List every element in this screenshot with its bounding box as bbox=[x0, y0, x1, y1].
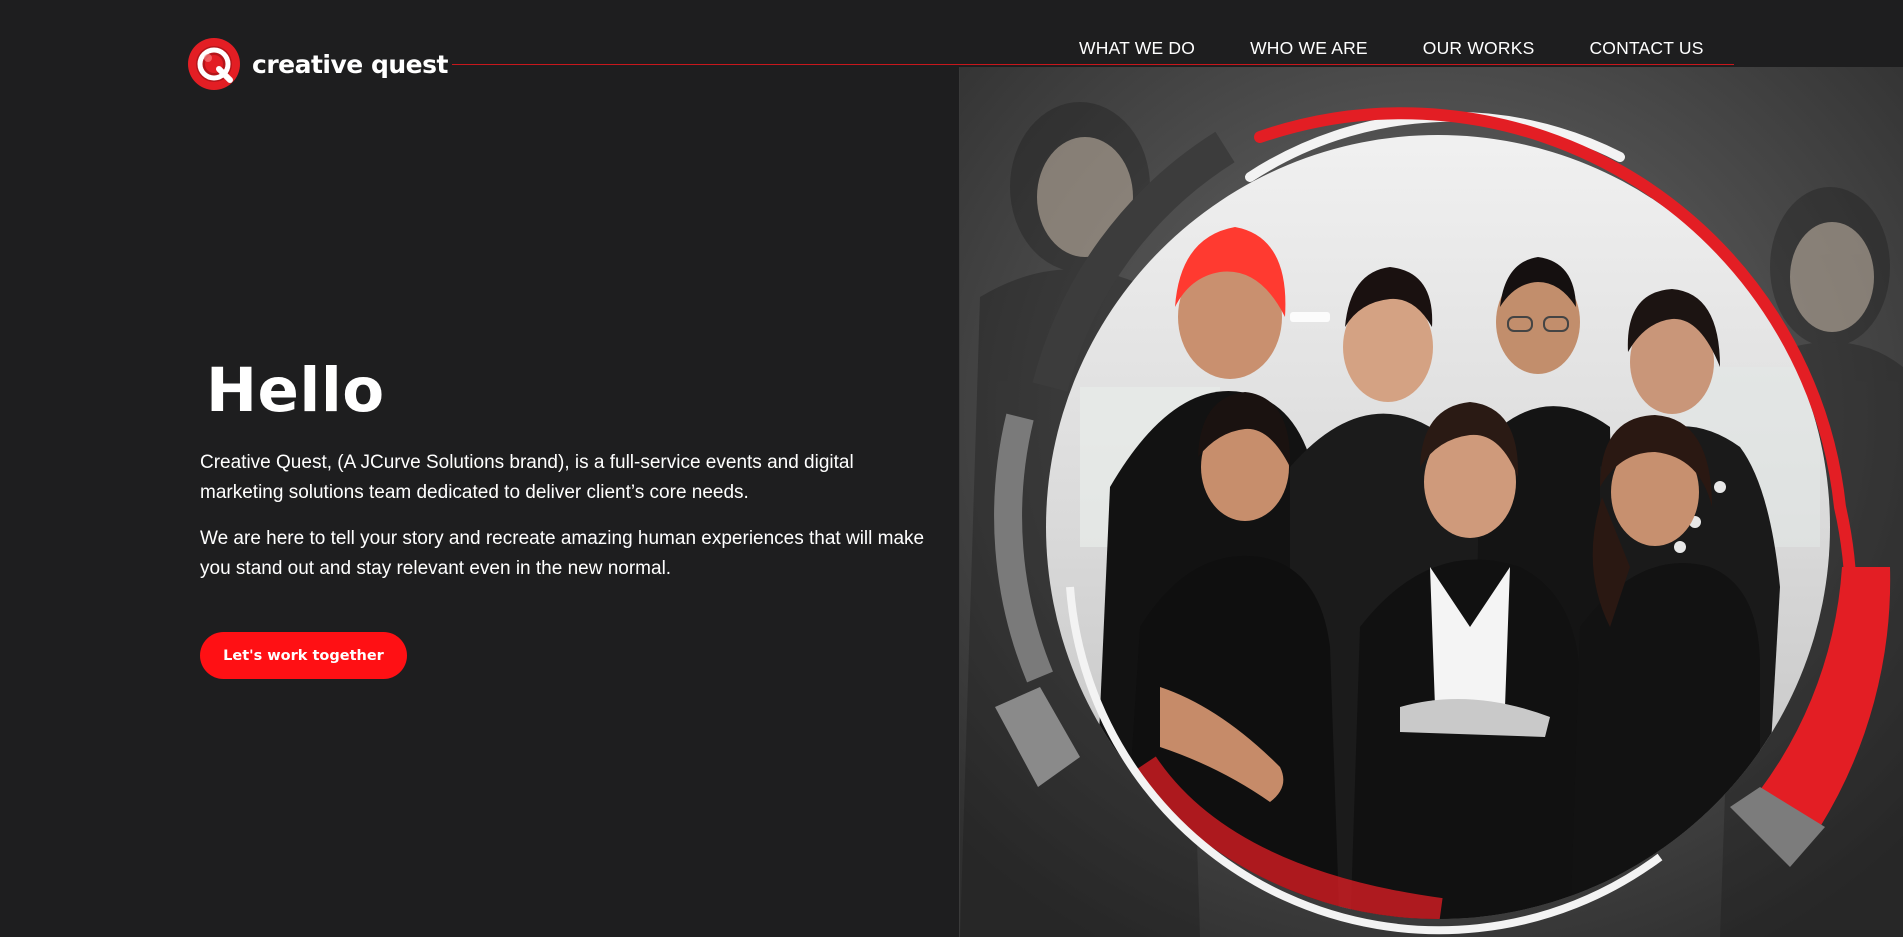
team-photo-illustration bbox=[960, 67, 1903, 937]
brand-logo[interactable]: creative quest bbox=[186, 36, 448, 92]
hero-paragraph-2: We are here to tell your story and recre… bbox=[200, 528, 925, 579]
nav-what-we-do[interactable]: WHAT WE DO bbox=[1079, 38, 1195, 59]
logo-text: creative quest bbox=[252, 49, 448, 79]
lets-work-together-button[interactable]: Let's work together bbox=[200, 632, 407, 679]
logo-mark-icon bbox=[188, 38, 240, 90]
nav-contact-us[interactable]: CONTACT US bbox=[1589, 38, 1703, 59]
header-divider bbox=[452, 64, 1734, 65]
hero-paragraph-1: Creative Quest, (A JCurve Solutions bran… bbox=[200, 452, 854, 503]
page: creative quest WHAT WE DO WHO WE ARE OUR… bbox=[0, 0, 1903, 937]
team-photo-panel bbox=[960, 67, 1903, 937]
main-nav: WHAT WE DO WHO WE ARE OUR WORKS CONTACT … bbox=[1079, 38, 1704, 59]
nav-our-works[interactable]: OUR WORKS bbox=[1423, 38, 1535, 59]
hero-title: Hello bbox=[206, 355, 385, 426]
nav-who-we-are[interactable]: WHO WE ARE bbox=[1250, 38, 1368, 59]
